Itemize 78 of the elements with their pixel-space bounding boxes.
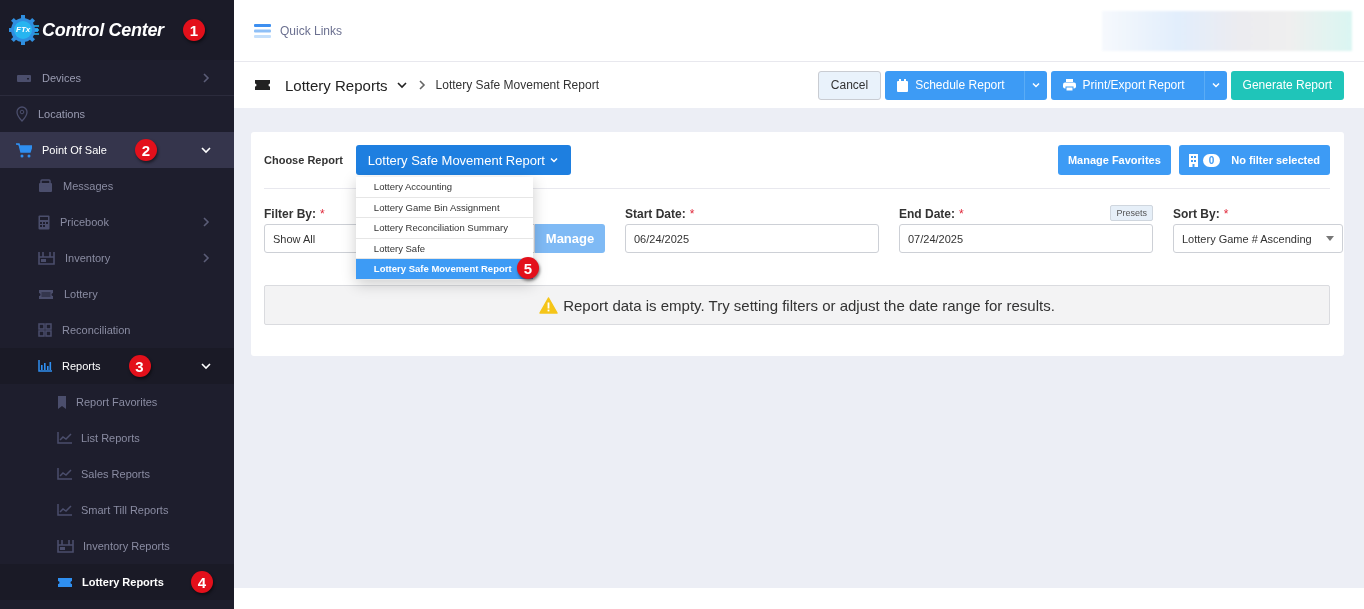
sidebar-item[interactable]: Lottery [0,276,234,312]
chevron-right-icon [200,71,212,84]
sidebar-item[interactable]: Smart Till Reports [0,492,234,528]
section-title[interactable]: Lottery Reports [285,76,388,94]
sidebar-item[interactable]: Sales Reports [0,456,234,492]
ticket-icon [57,576,73,588]
menu-option[interactable]: Lottery Game Bin Assignment [355,197,533,218]
warning-icon [539,296,559,314]
menu-option[interactable]: Lottery Reconciliation Summary [355,218,533,239]
sidebar-item[interactable]: Pricebook [0,204,234,240]
ticket-icon [38,288,54,300]
required-mark: * [320,207,325,221]
caret-icon [1030,80,1041,90]
empty-message: Report data is empty. Try setting filters or adjust the date range for results. [563,296,1055,314]
callout-marker: 2 [134,139,157,161]
calendar-icon [897,78,909,92]
envelope-icon [38,179,53,193]
building-icon [1188,153,1198,167]
count-badge: 0 [1202,153,1221,167]
dropdown-arrow-icon [1326,236,1334,241]
field-label: Choose Report [264,154,343,166]
logo-text: FTx [16,25,31,34]
location-pin-icon [16,106,28,122]
bar-chart-icon [38,360,52,372]
app-title: Control Center [42,19,164,41]
cart-icon [16,142,32,158]
bookmark-icon [57,394,67,410]
caret-icon [1210,80,1221,90]
filter-status-text: No filter selected [1231,154,1320,166]
menu-icon [254,23,271,38]
sidebar-item[interactable]: Messages [0,168,234,204]
line-chart-icon [57,504,72,516]
required-mark: * [959,207,964,221]
date-field[interactable]: 06/24/2025 [625,224,879,253]
sidebar-item[interactable]: List Reports [0,420,234,456]
sidebar-item[interactable]: Locations [0,96,234,132]
page-title: Lottery Safe Movement Report [435,78,599,92]
caret-icon [548,155,559,165]
shelf-icon [57,539,74,553]
chevron-right-icon [200,216,212,228]
sidebar-item[interactable]: Lottery Reports 4 [0,564,234,600]
chevron-down-icon [200,360,212,372]
sort-select[interactable]: Lottery Game # Ascending [1173,224,1343,253]
sidebar-item[interactable]: Inventory [0,240,234,276]
printer-icon [1062,79,1076,91]
ticket-icon [254,79,271,91]
required-mark: * [1223,207,1229,221]
sidebar-item[interactable]: Point Of Sale 2 [0,132,234,168]
date-field[interactable]: 07/24/2025 [899,224,1153,253]
menu-option[interactable]: Lottery Accounting [355,177,533,198]
quick-links-link[interactable]: Quick Links [280,23,343,38]
gear-logo-icon [9,15,39,45]
callout-marker: 1 [182,19,205,41]
manage-favorites-button[interactable]: Manage Favorites [1057,145,1171,175]
report-dropdown[interactable]: Lottery Safe Movement Report [355,145,571,175]
sidebar-item[interactable]: Reconciliation [0,312,234,348]
grid-icon [38,323,52,337]
cancel-button[interactable]: Cancel [817,70,882,100]
chevron-right-icon [200,252,212,264]
sidebar-item[interactable]: Devices [0,60,234,96]
shelf-icon [38,251,55,265]
field-label: Start Date: [625,207,686,221]
chevron-down-icon [395,79,408,91]
line-chart-icon [57,432,72,444]
chevron-down-icon [200,144,212,156]
field-label: End Date: [899,207,955,221]
required-mark: * [689,207,695,221]
presets-button[interactable]: Presets [1110,205,1153,221]
sidebar-item[interactable]: Report Favorites [0,384,234,420]
field-label: Filter By: [264,207,316,221]
line-chart-icon [57,468,72,480]
filter-button[interactable]: 0 No filter selected [1178,145,1330,175]
callout-marker: 3 [128,355,151,377]
calculator-icon [38,214,50,230]
sidebar-item[interactable]: Inventory Reports [0,528,234,564]
sidebar-item[interactable]: Reports 3 [0,348,234,384]
field-label: Sort By: [1173,207,1220,221]
callout-marker: 4 [190,571,213,593]
